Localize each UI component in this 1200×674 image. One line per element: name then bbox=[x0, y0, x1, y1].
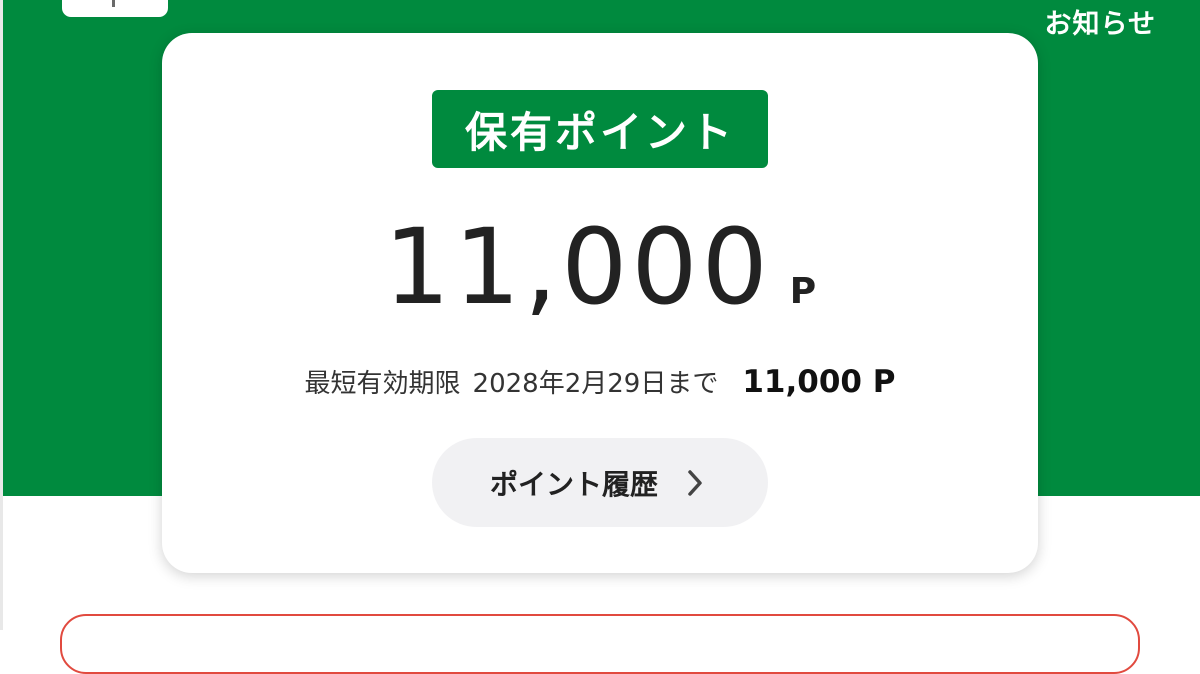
menu-icon bbox=[112, 0, 115, 7]
notice-link[interactable]: お知らせ bbox=[1045, 2, 1156, 41]
expiry-date: 2028年2月29日まで bbox=[472, 369, 719, 399]
point-history-button[interactable]: ポイント履歴 bbox=[432, 438, 768, 527]
chevron-right-icon bbox=[680, 468, 710, 498]
points-card: 保有ポイント 11,000 P 最短有効期限 2028年2月29日まで 11,000 … bbox=[162, 33, 1038, 573]
left-edge-divider bbox=[0, 0, 3, 630]
top-left-menu-button[interactable] bbox=[62, 0, 168, 17]
points-total: 11,000 P bbox=[162, 206, 1038, 328]
expiry-amount: 11,000 P bbox=[742, 364, 896, 400]
points-value: 11,000 bbox=[383, 206, 772, 328]
expiry-label: 最短有効期限 bbox=[304, 369, 461, 399]
expiry-info: 最短有効期限 2028年2月29日まで 11,000 P bbox=[162, 363, 1038, 400]
points-badge: 保有ポイント bbox=[432, 90, 768, 168]
alert-box bbox=[60, 614, 1140, 674]
point-history-label: ポイント履歴 bbox=[489, 467, 658, 501]
points-unit: P bbox=[789, 271, 817, 312]
